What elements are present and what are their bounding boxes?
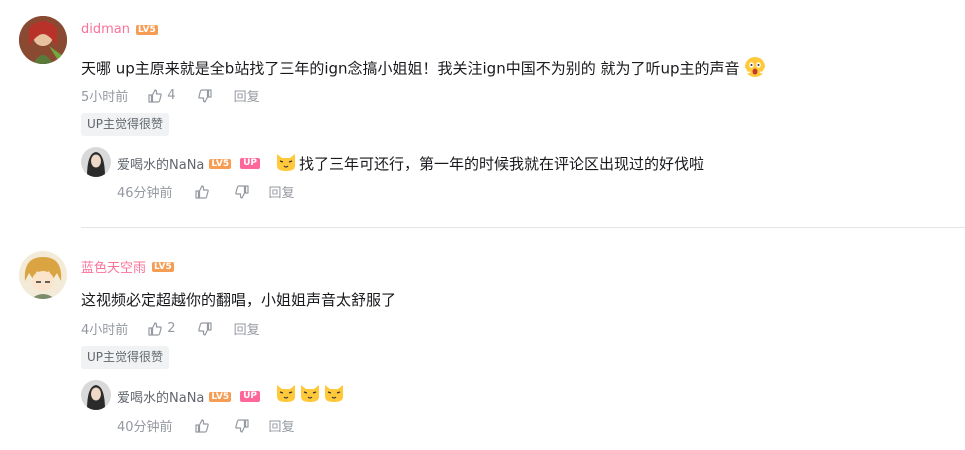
dislike-icon[interactable] [197,88,212,103]
reply-button[interactable]: 回复 [234,86,260,105]
like-icon[interactable] [148,321,163,336]
dislike-icon[interactable] [234,184,249,199]
up-liked-tag: UP主觉得很赞 [81,346,170,369]
dislike-icon[interactable] [234,418,249,433]
up-badge: UP [240,391,261,402]
level-badge: LV5 [209,391,232,402]
comment-divider [81,227,965,228]
username[interactable]: didman [81,22,130,37]
comment-time: 5小时前 [81,90,129,105]
like-count: 2 [167,321,176,336]
reply-username[interactable]: 爱喝水的NaNa [117,387,204,406]
avatar[interactable] [19,16,67,64]
reply-time: 46分钟前 [117,186,173,201]
username[interactable]: 蓝色天空雨 [81,257,146,276]
reply-username[interactable]: 爱喝水的NaNa [117,154,204,173]
reply-time: 40分钟前 [117,420,173,435]
level-badge: LV5 [209,158,232,169]
comment-time: 4小时前 [81,323,129,338]
reply-avatar[interactable] [81,147,111,177]
cat-emoji-icon [299,381,321,407]
shocked-emoji-icon [744,56,767,82]
comment-text: 这视频必定超越你的翻唱，小姐姐声音太舒服了 [81,291,397,309]
like-icon[interactable] [194,418,209,433]
comment-text: 天哪 up主原来就是全b站找了三年的ign念搞小姐姐！我关注ign中国不为别的 … [81,59,740,78]
avatar[interactable] [19,251,67,299]
reply-avatar[interactable] [81,380,111,410]
up-liked-tag: UP主觉得很赞 [81,113,170,136]
level-badge: LV5 [152,261,174,272]
cat-emoji-icon [275,150,297,176]
reply-text: 找了三年可还行，第一年的时候我就在评论区出现过的好伐啦 [299,154,705,173]
reply-button[interactable]: 回复 [269,416,295,435]
cat-emoji-icon [275,381,297,407]
cat-emoji-icon [323,381,345,407]
dislike-icon[interactable] [197,321,212,336]
like-icon[interactable] [148,88,163,103]
level-badge: LV5 [136,24,158,35]
like-count: 4 [167,88,176,103]
like-icon[interactable] [194,184,209,199]
reply-button[interactable]: 回复 [269,182,295,201]
up-badge: UP [240,158,261,169]
reply-button[interactable]: 回复 [234,319,260,338]
